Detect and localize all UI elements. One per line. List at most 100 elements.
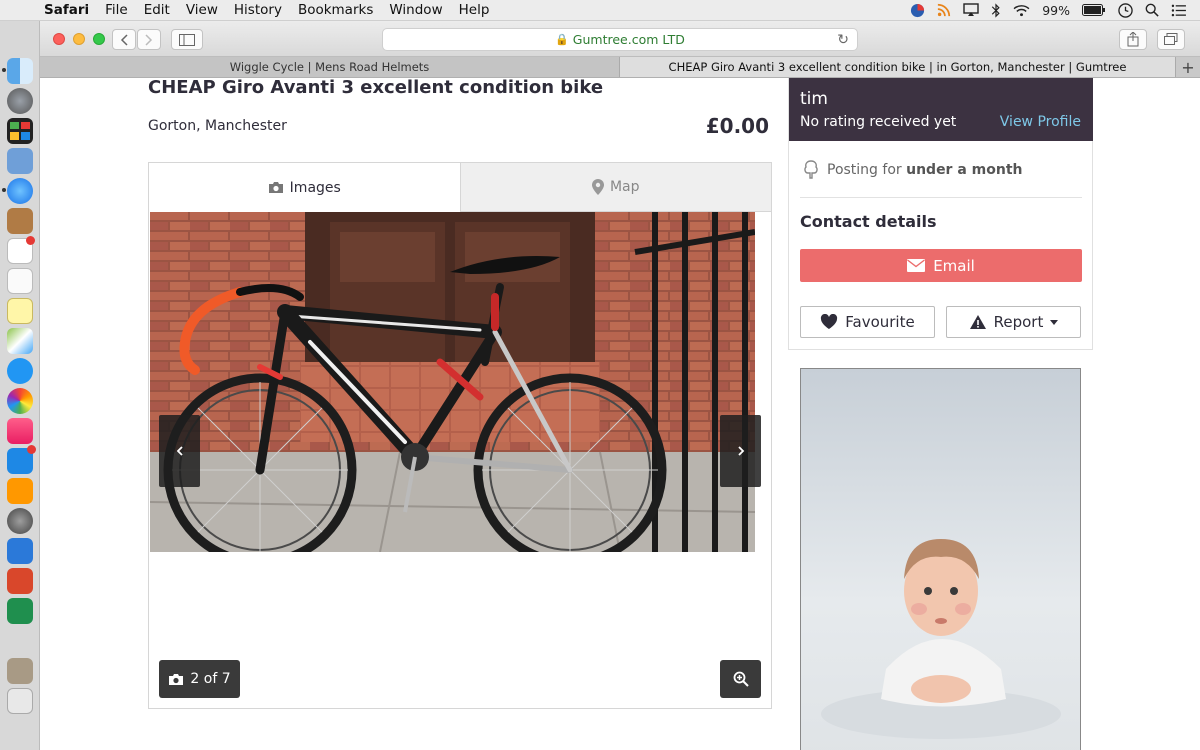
seller-rating: No rating received yet bbox=[800, 114, 957, 130]
tab-images[interactable]: Images bbox=[149, 163, 461, 212]
calendar-icon[interactable] bbox=[7, 236, 35, 264]
word-icon[interactable] bbox=[7, 538, 33, 564]
airplay-icon[interactable] bbox=[963, 3, 979, 17]
favourite-button[interactable]: Favourite bbox=[800, 306, 935, 338]
tab-map[interactable]: Map bbox=[460, 163, 771, 212]
chevron-left-icon bbox=[176, 446, 183, 456]
report-label: Report bbox=[993, 313, 1044, 331]
menu-window[interactable]: Window bbox=[381, 2, 450, 18]
zoom-in-icon bbox=[733, 671, 749, 687]
email-button-label: Email bbox=[933, 256, 975, 275]
gallery-tabs: Images Map bbox=[149, 163, 771, 212]
tab-gumtree[interactable]: CHEAP Giro Avanti 3 excellent condition … bbox=[620, 57, 1176, 77]
finder-icon[interactable] bbox=[7, 58, 33, 84]
menu-app-name[interactable]: Safari bbox=[36, 2, 97, 18]
messages-icon[interactable] bbox=[7, 358, 33, 384]
notification-badge bbox=[27, 445, 36, 454]
status-area: 99% bbox=[910, 3, 1200, 18]
close-window-button[interactable] bbox=[53, 33, 65, 45]
battery-percent: 99% bbox=[1042, 2, 1070, 18]
bluetooth-icon[interactable] bbox=[991, 2, 1001, 18]
report-button[interactable]: Report bbox=[946, 306, 1081, 338]
excel-icon[interactable] bbox=[7, 598, 33, 624]
running-indicator bbox=[2, 68, 6, 72]
sidebar-toggle-button[interactable] bbox=[171, 29, 203, 50]
notification-center-icon[interactable] bbox=[1171, 4, 1186, 17]
listing-title: CHEAP Giro Avanti 3 excellent condition … bbox=[148, 78, 604, 98]
new-tab-button[interactable]: + bbox=[1176, 57, 1200, 77]
bike-photo[interactable] bbox=[150, 212, 755, 552]
globe-icon[interactable] bbox=[910, 3, 925, 18]
image-counter-text: 2 of 7 bbox=[190, 671, 231, 687]
powerpoint-icon[interactable] bbox=[7, 568, 33, 594]
browser-toolbar: 🔒 Gumtree.com LTD ↻ bbox=[40, 21, 1200, 57]
camera-icon bbox=[268, 182, 283, 193]
photos-icon[interactable] bbox=[7, 388, 33, 414]
menu-history[interactable]: History bbox=[226, 2, 290, 18]
itunes-icon[interactable] bbox=[7, 418, 33, 444]
page-content: CHEAP Giro Avanti 3 excellent condition … bbox=[40, 78, 1200, 750]
minimize-window-button[interactable] bbox=[73, 33, 85, 45]
back-button[interactable] bbox=[112, 29, 136, 50]
seller-name: tim bbox=[800, 89, 828, 109]
safari-icon[interactable] bbox=[7, 178, 33, 204]
rss-icon[interactable] bbox=[937, 3, 951, 17]
heart-icon bbox=[821, 314, 838, 329]
tab-label: Wiggle Cycle | Mens Road Helmets bbox=[229, 60, 430, 74]
posting-prefix: Posting for bbox=[827, 161, 902, 178]
tab-images-label: Images bbox=[289, 179, 341, 196]
menu-bar: Safari File Edit View History Bookmarks … bbox=[0, 0, 1200, 21]
downloads-stack-icon[interactable] bbox=[7, 658, 33, 684]
reminders-icon[interactable] bbox=[7, 268, 33, 294]
zoom-image-button[interactable] bbox=[720, 660, 761, 698]
listing-location: Gorton, Manchester bbox=[148, 118, 287, 134]
tab-wiggle[interactable]: Wiggle Cycle | Mens Road Helmets bbox=[40, 57, 620, 77]
envelope-icon bbox=[907, 259, 926, 272]
mission-control-icon[interactable] bbox=[7, 118, 33, 144]
favourite-label: Favourite bbox=[845, 313, 915, 331]
image-counter: 2 of 7 bbox=[159, 660, 240, 698]
reload-icon[interactable]: ↻ bbox=[837, 32, 849, 48]
menu-view[interactable]: View bbox=[178, 2, 226, 18]
menu-file[interactable]: File bbox=[97, 2, 136, 18]
system-preferences-icon[interactable] bbox=[7, 508, 33, 534]
address-bar[interactable]: 🔒 Gumtree.com LTD ↻ bbox=[382, 28, 858, 51]
running-indicator bbox=[2, 188, 6, 192]
map-pin-icon bbox=[591, 179, 604, 195]
chevron-right-icon bbox=[737, 446, 744, 456]
seller-info: tim No rating received yet View Profile bbox=[789, 78, 1093, 141]
seller-sidebar: tim No rating received yet View Profile … bbox=[788, 78, 1093, 350]
show-tabs-button[interactable] bbox=[1157, 29, 1185, 50]
image-gallery: Images Map 2 of 7 bbox=[148, 162, 772, 709]
spotlight-icon[interactable] bbox=[1145, 3, 1159, 17]
share-button[interactable] bbox=[1119, 29, 1147, 50]
contacts-icon[interactable] bbox=[7, 208, 33, 234]
battery-icon[interactable] bbox=[1082, 4, 1106, 16]
menu-bookmarks[interactable]: Bookmarks bbox=[290, 2, 381, 18]
listing-price: £0.00 bbox=[705, 114, 769, 138]
forward-button[interactable] bbox=[137, 29, 161, 50]
menu-edit[interactable]: Edit bbox=[136, 2, 178, 18]
clock-icon[interactable] bbox=[1118, 2, 1133, 18]
app-store-icon[interactable] bbox=[7, 445, 36, 474]
next-image-button[interactable] bbox=[720, 415, 761, 487]
contact-heading: Contact details bbox=[800, 212, 937, 231]
zoom-window-button[interactable] bbox=[93, 33, 105, 45]
divider bbox=[800, 197, 1082, 198]
launchpad-icon[interactable] bbox=[7, 88, 33, 114]
warning-icon bbox=[969, 315, 986, 329]
previous-image-button[interactable] bbox=[159, 415, 200, 487]
advertisement-banner[interactable] bbox=[800, 368, 1081, 750]
ibooks-icon[interactable] bbox=[7, 478, 33, 504]
maps-icon[interactable] bbox=[7, 328, 33, 354]
notes-icon[interactable] bbox=[7, 298, 33, 324]
lock-icon: 🔒 bbox=[555, 33, 569, 46]
tab-map-label: Map bbox=[609, 179, 640, 195]
view-profile-link[interactable]: View Profile bbox=[1000, 114, 1081, 130]
menu-help[interactable]: Help bbox=[451, 2, 498, 18]
email-button[interactable]: Email bbox=[800, 249, 1082, 282]
address-text: Gumtree.com LTD bbox=[572, 32, 685, 47]
wifi-icon[interactable] bbox=[1013, 4, 1030, 17]
preview-icon[interactable] bbox=[7, 148, 33, 174]
trash-icon[interactable] bbox=[7, 688, 33, 714]
